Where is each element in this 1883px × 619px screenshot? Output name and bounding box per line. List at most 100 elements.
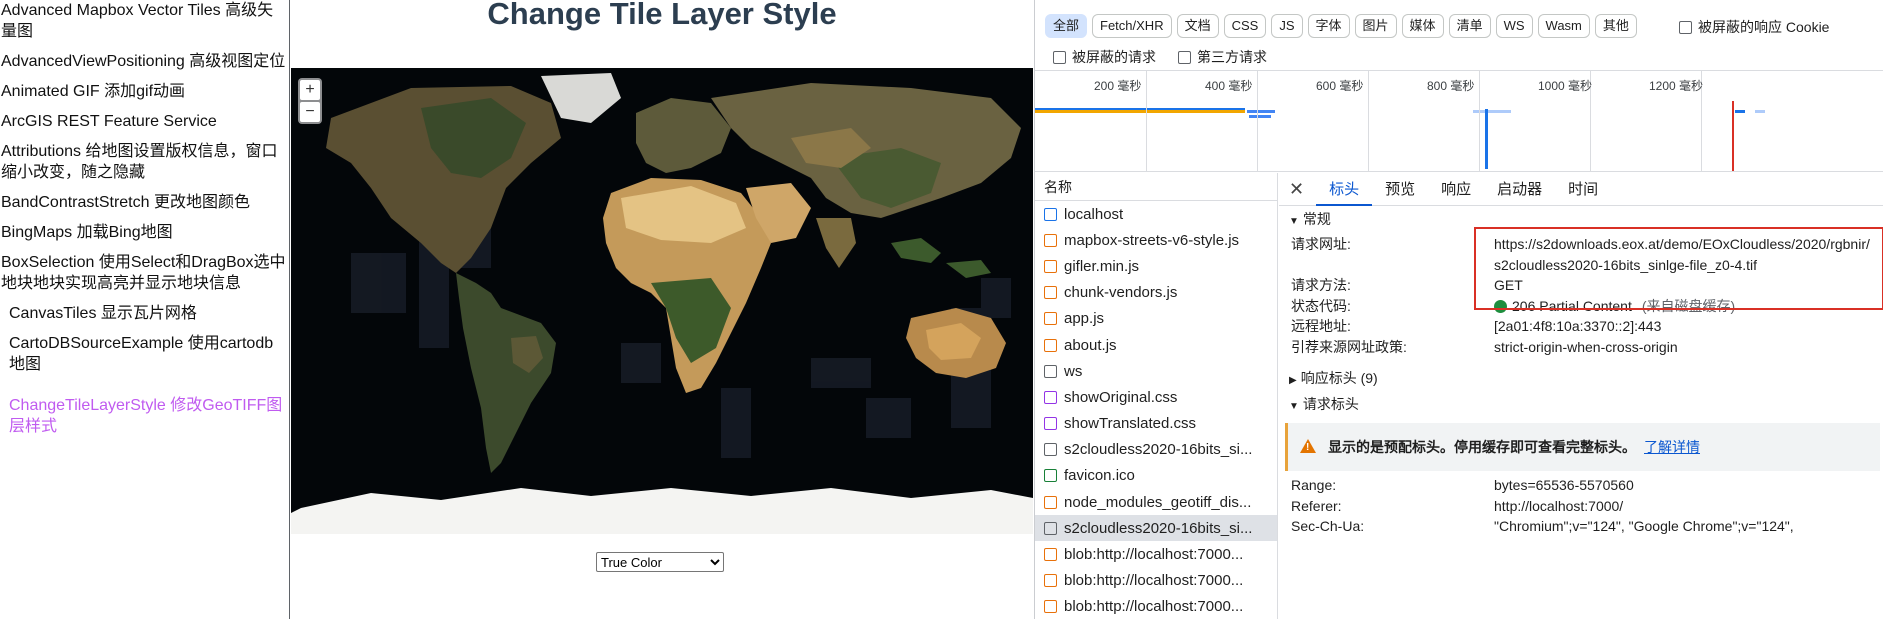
header-value[interactable]: http://localhost:7000/ bbox=[1494, 496, 1874, 517]
general-title: 常规 bbox=[1302, 211, 1331, 227]
timeline-bar bbox=[1755, 110, 1765, 113]
sidebar-item[interactable]: Attributions 给地图设置版权信息，窗口缩小改变，随之隐藏 bbox=[0, 141, 289, 183]
map-canvas[interactable]: + − bbox=[291, 68, 1033, 534]
sidebar-item[interactable]: CartoDBSourceExample 使用cartodb地图 bbox=[0, 333, 289, 375]
detail-tab[interactable]: 启动器 bbox=[1484, 173, 1555, 206]
favicon-icon bbox=[1044, 469, 1057, 483]
header-value[interactable]: bytes=65536-5570560 bbox=[1494, 475, 1874, 496]
sidebar-item[interactable]: Animated GIF 添加gif动画 bbox=[0, 81, 289, 102]
request-row[interactable]: app.js bbox=[1035, 305, 1277, 332]
blocked-cookies-label: 被屏蔽的响应 Cookie bbox=[1698, 19, 1830, 35]
detail-tab[interactable]: 标头 bbox=[1316, 173, 1373, 206]
script-icon bbox=[1044, 338, 1057, 352]
checkbox-icon[interactable] bbox=[1053, 50, 1066, 64]
request-name: showOriginal.css bbox=[1064, 388, 1178, 406]
filter-chip[interactable]: 清单 bbox=[1448, 14, 1491, 38]
request-row[interactable]: localhost bbox=[1035, 201, 1277, 228]
request-name: favicon.ico bbox=[1064, 467, 1135, 485]
zoom-in-button[interactable]: + bbox=[300, 80, 320, 100]
filter-chip[interactable]: WS bbox=[1495, 14, 1533, 38]
request-row[interactable]: blob:http://localhost:7000... bbox=[1035, 567, 1277, 594]
detail-tab[interactable]: 时间 bbox=[1555, 173, 1611, 206]
triangle-down-icon: ▼ bbox=[1289, 216, 1299, 227]
filter-chip[interactable]: JS bbox=[1271, 14, 1303, 38]
header-key: Referer: bbox=[1291, 497, 1342, 514]
filter-chip[interactable]: 字体 bbox=[1307, 14, 1350, 38]
filter-chip[interactable]: Wasm bbox=[1537, 14, 1590, 38]
sidebar-item[interactable]: BandContrastStretch 更改地图颜色 bbox=[0, 192, 289, 213]
timeline-bar bbox=[1735, 110, 1745, 113]
request-row[interactable]: showTranslated.css bbox=[1035, 410, 1277, 437]
header-value[interactable]: strict-origin-when-cross-origin bbox=[1494, 337, 1874, 358]
request-row[interactable]: ws bbox=[1035, 358, 1277, 385]
blocked-requests-toggle[interactable]: 被屏蔽的请求 bbox=[1053, 47, 1156, 67]
zoom-out-button[interactable]: − bbox=[300, 102, 320, 122]
request-name: node_modules_geotiff_dis... bbox=[1064, 493, 1252, 511]
filter-chip[interactable]: 其他 bbox=[1594, 14, 1637, 38]
learn-more-link[interactable]: 了解详情 bbox=[1644, 437, 1700, 457]
request-row[interactable]: about.js bbox=[1035, 332, 1277, 358]
layer-style-select[interactable]: True Color bbox=[596, 552, 724, 572]
request-row[interactable]: gifler.min.js bbox=[1035, 253, 1277, 280]
timeline-tick-label: 400 毫秒 bbox=[1205, 79, 1253, 93]
filter-chip[interactable]: 全部 bbox=[1045, 14, 1088, 38]
third-party-toggle[interactable]: 第三方请求 bbox=[1178, 47, 1267, 67]
close-icon[interactable]: ✕ bbox=[1289, 179, 1304, 200]
network-overview-timeline[interactable]: 200 毫秒 400 毫秒 600 毫秒 800 毫秒 1000 毫秒 1200 毫秒 bbox=[1035, 70, 1883, 172]
request-row[interactable]: blob:http://localhost:7000... bbox=[1035, 541, 1277, 567]
filter-chip[interactable]: CSS bbox=[1223, 14, 1267, 38]
request-row[interactable]: mapbox-streets-v6-style.js bbox=[1035, 227, 1277, 253]
timeline-gridline bbox=[1479, 71, 1480, 172]
blocked-cookies-toggle[interactable]: 被屏蔽的响应 Cookie bbox=[1679, 17, 1829, 37]
script-icon bbox=[1044, 574, 1057, 588]
request-row[interactable]: s2cloudless2020-16bits_si... bbox=[1035, 437, 1277, 463]
request-row[interactable]: showOriginal.css bbox=[1035, 384, 1277, 410]
timeline-bar bbox=[1247, 110, 1275, 113]
provisional-headers-warning: ! 显示的是预配标头。停用缓存即可查看完整标头。 了解详情 bbox=[1285, 423, 1880, 471]
header-value[interactable]: [2a01:4f8:10a:3370::2]:443 bbox=[1494, 316, 1874, 337]
filter-chip[interactable]: 图片 bbox=[1354, 14, 1397, 38]
detail-tab[interactable]: 预览 bbox=[1372, 173, 1428, 206]
response-headers-section-header[interactable]: ▶ 响应标头 (9) bbox=[1279, 365, 1883, 391]
request-row[interactable]: blob:http://localhost:7000... bbox=[1035, 594, 1277, 619]
script-icon bbox=[1044, 286, 1057, 300]
header-key: 远程地址: bbox=[1291, 318, 1351, 334]
header-key: 请求网址: bbox=[1291, 236, 1351, 252]
header-row: Sec-Ch-Ua: "Chromium";v="124", "Google Ch… bbox=[1279, 516, 1883, 537]
checkbox-icon[interactable] bbox=[1178, 50, 1191, 64]
sidebar-item[interactable]: Advanced Mapbox Vector Tiles 高级矢量图 bbox=[0, 0, 289, 42]
sidebar-item[interactable]: ArcGIS REST Feature Service bbox=[0, 111, 289, 132]
request-row[interactable]: chunk-vendors.js bbox=[1035, 280, 1277, 306]
filter-chip[interactable]: 文档 bbox=[1176, 14, 1219, 38]
request-name: localhost bbox=[1064, 205, 1124, 223]
timeline-gridline bbox=[1257, 71, 1258, 172]
request-headers-section-header[interactable]: ▼ 请求标头 bbox=[1279, 391, 1883, 417]
script-icon bbox=[1044, 548, 1057, 562]
load-marker bbox=[1732, 101, 1734, 171]
example-list: Advanced Mapbox Vector Tiles 高级矢量图 Advanc… bbox=[0, 0, 289, 437]
filter-chip[interactable]: 媒体 bbox=[1401, 14, 1444, 38]
timeline-tick-label: 600 毫秒 bbox=[1316, 79, 1364, 93]
map-viewport[interactable]: + − bbox=[291, 50, 1033, 552]
header-value[interactable]: "Chromium";v="124", "Google Chrome";v="1… bbox=[1494, 516, 1874, 537]
checkbox-icon[interactable] bbox=[1679, 20, 1692, 34]
request-name: s2cloudless2020-16bits_si... bbox=[1064, 519, 1253, 537]
sidebar-item[interactable]: CanvasTiles 显示瓦片网格 bbox=[0, 303, 289, 324]
name-column-header[interactable]: 名称 bbox=[1035, 173, 1277, 201]
detail-tab[interactable]: 响应 bbox=[1428, 173, 1484, 206]
stylesheet-icon bbox=[1044, 417, 1057, 431]
screen: Advanced Mapbox Vector Tiles 高级矢量图 Advanc… bbox=[0, 0, 1883, 619]
timeline-tick-label: 1000 毫秒 bbox=[1538, 79, 1593, 93]
dom-content-loaded-marker bbox=[1485, 109, 1488, 169]
sidebar-item[interactable]: BingMaps 加载Bing地图 bbox=[0, 222, 289, 243]
request-row[interactable]: favicon.ico bbox=[1035, 462, 1277, 490]
world-satellite-map bbox=[291, 68, 1033, 534]
timeline-gridline bbox=[1146, 71, 1147, 172]
sidebar-item[interactable]: AdvancedViewPositioning 高级视图定位 bbox=[0, 51, 289, 72]
request-row[interactable]: s2cloudless2020-16bits_si... bbox=[1035, 515, 1277, 542]
request-row[interactable]: node_modules_geotiff_dis... bbox=[1035, 489, 1277, 515]
sidebar-item[interactable]: ChangeTileLayerStyle 修改GeoTIFF图层样式 bbox=[0, 395, 289, 437]
sidebar-item[interactable]: BoxSelection 使用Select和DragBox选中地块地块实现高亮并… bbox=[0, 252, 289, 294]
filter-chip[interactable]: Fetch/XHR bbox=[1092, 14, 1172, 38]
page-title: Change Tile Layer Style bbox=[487, 0, 837, 31]
